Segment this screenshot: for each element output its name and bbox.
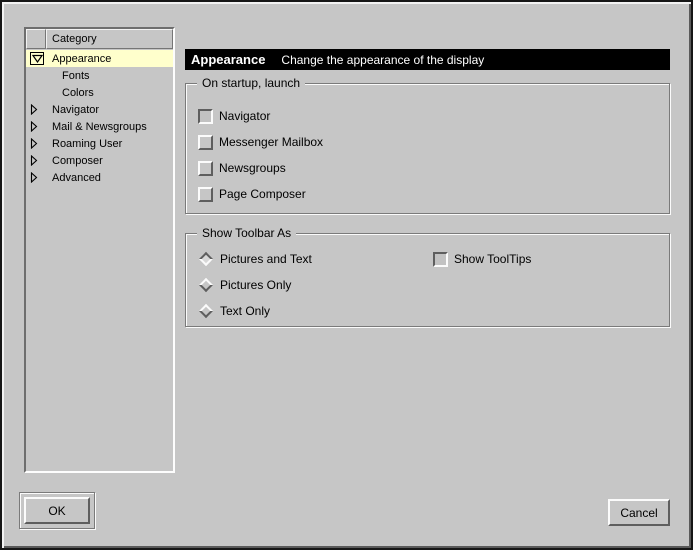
checkbox-row-show-tooltips[interactable]: Show ToolTips: [433, 251, 531, 267]
tree-item-label: Fonts: [62, 70, 90, 82]
startup-launch-group: On startup, launch NavigatorMessenger Ma…: [185, 83, 670, 214]
show-toolbar-as-group-legend: Show Toolbar As: [197, 226, 296, 240]
triangle-right-icon[interactable]: [30, 172, 52, 183]
tree-item-label: Composer: [52, 155, 103, 167]
radio-row-pictures-and-text[interactable]: Pictures and Text: [198, 251, 312, 267]
radio-label: Pictures and Text: [220, 252, 312, 266]
triangle-right-icon[interactable]: [30, 121, 52, 132]
checkbox-navigator[interactable]: [198, 109, 213, 124]
page-title-bar: Appearance Change the appearance of the …: [185, 49, 670, 70]
triangle-right-icon[interactable]: [30, 104, 52, 115]
tree-item-label: Navigator: [52, 104, 99, 116]
ok-button[interactable]: OK: [24, 497, 90, 524]
tree-header: Category: [26, 29, 173, 49]
checkbox-label: Navigator: [219, 109, 270, 123]
tooltips-checkbox-area: Show ToolTips: [433, 251, 531, 277]
tree-item-advanced[interactable]: Advanced: [26, 169, 173, 186]
tree-item-navigator[interactable]: Navigator: [26, 101, 173, 118]
triangle-right-icon[interactable]: [30, 138, 52, 149]
radio-pictures-and-text[interactable]: [198, 251, 214, 267]
page-subtitle: Change the appearance of the display: [281, 53, 484, 67]
checkbox-label: Newsgroups: [219, 161, 286, 175]
show-toolbar-as-group: Show Toolbar As Pictures and TextPicture…: [185, 233, 670, 327]
tree-item-label: Mail & Newsgroups: [52, 121, 147, 133]
checkbox-newsgroups[interactable]: [198, 161, 213, 176]
radio-label: Pictures Only: [220, 278, 291, 292]
category-tree: Appearance Fonts Colors Navigator Mail & New…: [26, 49, 173, 186]
checkbox-show-tooltips[interactable]: [433, 252, 448, 267]
startup-checkbox-list: Navigator Messenger Mailbox Newsgroups Page…: [198, 108, 323, 212]
tree-item-label: Advanced: [52, 172, 101, 184]
checkbox-label: Messenger Mailbox: [219, 135, 323, 149]
triangle-right-icon[interactable]: [30, 155, 52, 166]
tree-item-mail-newsgroups[interactable]: Mail & Newsgroups: [26, 118, 173, 135]
radio-pictures-only[interactable]: [198, 277, 214, 293]
toolbar-radio-list: Pictures and Text Pictures Only Text Only: [198, 251, 312, 329]
tree-item-label: Appearance: [52, 53, 111, 65]
category-tree-panel: Category Appearance Fonts Colors Navigator M…: [24, 27, 175, 473]
radio-row-pictures-only[interactable]: Pictures Only: [198, 277, 312, 293]
tree-header-spacer-cell: [26, 29, 46, 49]
preferences-dialog: Category Appearance Fonts Colors Navigator M…: [0, 0, 693, 550]
radio-row-text-only[interactable]: Text Only: [198, 303, 312, 319]
tree-item-label: Colors: [62, 87, 94, 99]
startup-launch-group-legend: On startup, launch: [197, 76, 305, 90]
tree-item-fonts[interactable]: Fonts: [26, 67, 173, 84]
checkbox-label: Page Composer: [219, 187, 306, 201]
radio-label: Text Only: [220, 304, 270, 318]
checkbox-label: Show ToolTips: [454, 252, 531, 266]
radio-text-only[interactable]: [198, 303, 214, 319]
ok-button-default-frame: OK: [19, 492, 95, 529]
diamond-radio-icon: [199, 252, 213, 266]
tree-item-colors[interactable]: Colors: [26, 84, 173, 101]
checkbox-row-messenger-mailbox[interactable]: Messenger Mailbox: [198, 134, 323, 150]
tree-item-roaming-user[interactable]: Roaming User: [26, 135, 173, 152]
checkbox-page-composer[interactable]: [198, 187, 213, 202]
triangle-down-icon[interactable]: [30, 52, 52, 65]
cancel-button[interactable]: Cancel: [608, 499, 670, 526]
diamond-radio-icon: [199, 304, 213, 318]
checkbox-row-navigator[interactable]: Navigator: [198, 108, 323, 124]
checkbox-messenger-mailbox[interactable]: [198, 135, 213, 150]
tree-item-composer[interactable]: Composer: [26, 152, 173, 169]
tree-item-appearance[interactable]: Appearance: [26, 50, 173, 67]
page-title: Appearance: [191, 52, 265, 67]
checkbox-row-page-composer[interactable]: Page Composer: [198, 186, 323, 202]
tree-item-label: Roaming User: [52, 138, 122, 150]
tree-header-category-cell: Category: [46, 29, 173, 49]
checkbox-row-newsgroups[interactable]: Newsgroups: [198, 160, 323, 176]
diamond-radio-icon: [199, 278, 213, 292]
